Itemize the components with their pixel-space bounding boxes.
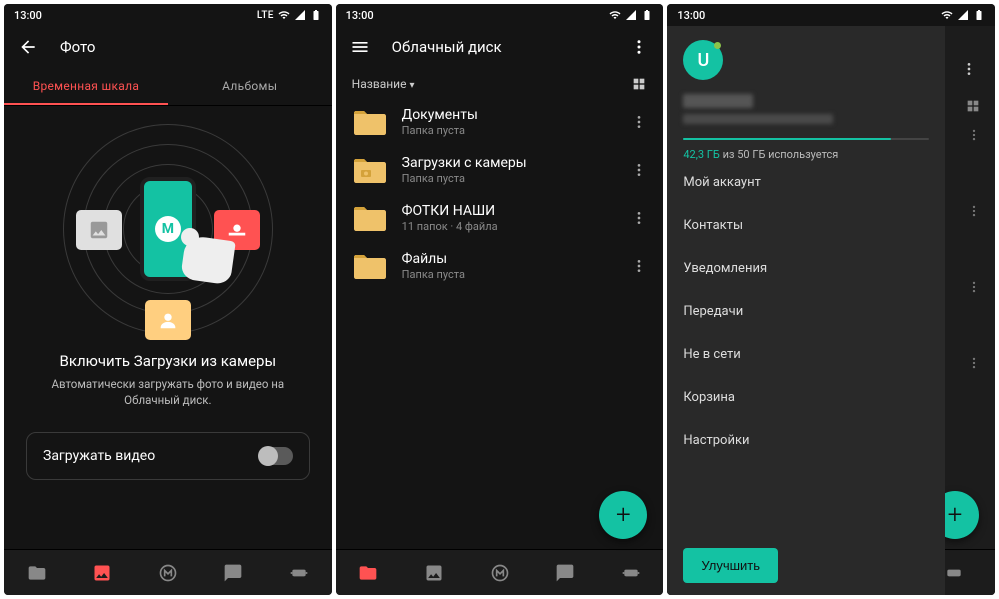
folder-row[interactable]: Файлы Папка пуста (344, 242, 656, 290)
status-time: 13:00 (14, 9, 42, 22)
chevron-down-icon: ▾ (409, 80, 414, 91)
battery-icon (641, 9, 653, 21)
folder-row[interactable]: Документы Папка пуста (344, 98, 656, 146)
signal-icon (294, 9, 306, 21)
status-icons: LTE (257, 9, 322, 21)
promo-subtitle: Автоматически загружать фото и видео на … (26, 376, 310, 408)
wifi-icon (941, 9, 953, 21)
folder-subtitle: Папка пуста (402, 268, 618, 281)
promo-illustration: M (58, 124, 278, 334)
drawer-item[interactable]: Не в сети (683, 333, 929, 376)
title-bar: Облачный диск (336, 26, 664, 68)
more-button[interactable] (629, 37, 649, 57)
status-bar: 13:00 (336, 4, 664, 26)
tabs: Временная шкала Альбомы (4, 68, 332, 106)
lte-label: LTE (257, 10, 274, 21)
nav-chat[interactable] (532, 550, 598, 595)
nav-mega[interactable] (467, 550, 533, 595)
tab-timeline[interactable]: Временная шкала (4, 68, 168, 105)
page-title: Фото (60, 38, 95, 56)
nav-shared[interactable] (266, 550, 332, 595)
sort-button[interactable]: Название▾ (352, 77, 415, 91)
avatar[interactable]: U (683, 40, 723, 80)
folder-name: Документы (402, 107, 618, 123)
folder-icon (352, 251, 388, 281)
bottom-nav (336, 549, 664, 595)
nav-photos[interactable] (70, 550, 136, 595)
nav-drawer: U 42,3 ГБ из 50 ГБ используется Мой акка… (667, 26, 945, 595)
folder-icon (352, 155, 388, 185)
account-email-redacted (683, 114, 833, 124)
battery-icon (973, 9, 985, 21)
drawer-item[interactable]: Контакты (683, 204, 929, 247)
storage-text: 42,3 ГБ из 50 ГБ используется (683, 148, 929, 161)
folder-more-button[interactable] (631, 210, 647, 226)
fab-add[interactable]: + (599, 491, 647, 539)
bottom-nav (4, 549, 332, 595)
image-tile-icon (76, 210, 122, 250)
folder-subtitle: Папка пуста (402, 172, 618, 185)
wifi-icon (278, 9, 290, 21)
folder-icon (352, 203, 388, 233)
screen-photos: 13:00 LTE Фото Временная шкала Альбомы M… (4, 4, 332, 595)
folder-more-button[interactable] (631, 162, 647, 178)
folder-subtitle: 11 папок · 4 файла (402, 220, 618, 233)
sort-row: Название▾ (336, 68, 664, 98)
title-bar: Фото (4, 26, 332, 68)
nav-files[interactable] (336, 550, 402, 595)
screen-cloud-drive: 13:00 Облачный диск Название▾ Документы (336, 4, 664, 595)
folder-more-button[interactable] (631, 258, 647, 274)
camera-upload-promo: M Включить Загрузки из камеры Автоматиче… (4, 106, 332, 549)
status-icons (941, 9, 985, 21)
status-icons (609, 9, 653, 21)
folder-icon (352, 107, 388, 137)
status-time: 13:00 (346, 9, 374, 22)
person-tile-icon (145, 300, 191, 340)
back-button[interactable] (18, 37, 38, 57)
folder-list: Документы Папка пуста Загрузки с камеры … (336, 98, 664, 549)
signal-icon (625, 9, 637, 21)
signal-icon (957, 9, 969, 21)
tab-albums[interactable]: Альбомы (168, 68, 332, 105)
folder-name: Файлы (402, 251, 618, 267)
menu-button[interactable] (350, 37, 370, 57)
view-grid-icon[interactable] (631, 76, 647, 92)
screen-drawer: 13:00 + U 42,3 ГБ из (667, 4, 995, 595)
bg-view-grid-icon (965, 98, 981, 114)
nav-files[interactable] (4, 550, 70, 595)
nav-photos[interactable] (401, 550, 467, 595)
wifi-icon (609, 9, 621, 21)
folder-row[interactable]: ФОТКИ НАШИ 11 папок · 4 файла (344, 194, 656, 242)
nav-shared[interactable] (598, 550, 664, 595)
folder-more-button[interactable] (631, 114, 647, 130)
storage-bar (683, 138, 929, 140)
upload-video-toggle[interactable] (259, 447, 293, 465)
promo-title: Включить Загрузки из камеры (60, 352, 277, 370)
hand-icon (177, 228, 233, 284)
drawer-item[interactable]: Настройки (683, 419, 929, 462)
status-time: 13:00 (677, 9, 705, 22)
drawer-item[interactable]: Мой аккаунт (683, 161, 929, 204)
status-bar: 13:00 LTE (4, 4, 332, 26)
upgrade-button[interactable]: Улучшить (683, 548, 778, 583)
folder-name: ФОТКИ НАШИ (402, 203, 618, 219)
drawer-item[interactable]: Передачи (683, 290, 929, 333)
bg-more-button[interactable] (943, 48, 995, 90)
status-bar: 13:00 (667, 4, 995, 26)
upload-video-card: Загружать видео (26, 432, 310, 480)
folder-name: Загрузки с камеры (402, 155, 618, 171)
upload-video-label: Загружать видео (43, 448, 155, 464)
battery-icon (310, 9, 322, 21)
drawer-item[interactable]: Корзина (683, 376, 929, 419)
nav-mega[interactable] (135, 550, 201, 595)
drawer-item[interactable]: Уведомления (683, 247, 929, 290)
folder-subtitle: Папка пуста (402, 124, 618, 137)
nav-chat[interactable] (201, 550, 267, 595)
page-title: Облачный диск (392, 38, 502, 56)
account-name-redacted (683, 94, 753, 108)
folder-row[interactable]: Загрузки с камеры Папка пуста (344, 146, 656, 194)
